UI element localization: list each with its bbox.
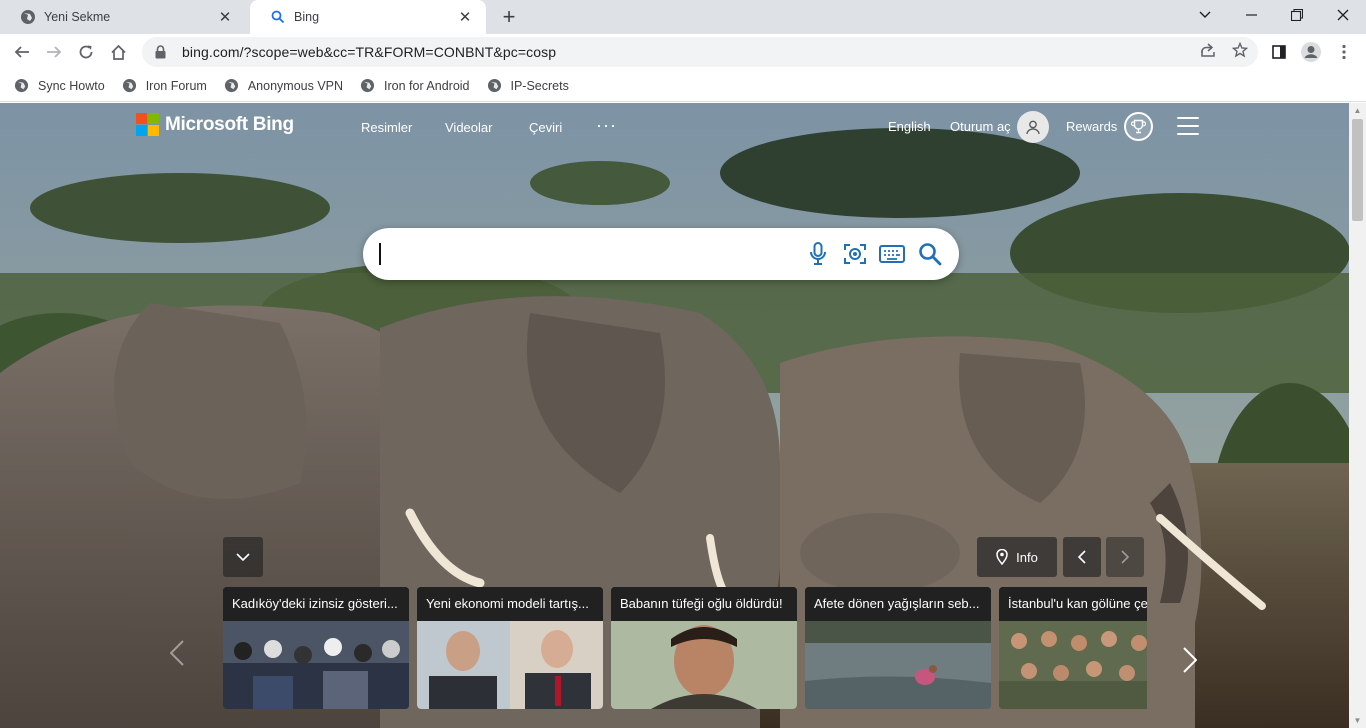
new-tab-button[interactable]: + [498,4,520,29]
news-card[interactable]: Yeni ekonomi modeli tartış... [417,587,603,709]
scroll-up-arrow-icon[interactable]: ▲ [1353,106,1362,115]
news-thumbnail [223,621,409,709]
bookmark-star-icon[interactable] [1228,38,1252,62]
home-icon[interactable] [104,38,132,66]
bookmarks-bar: Sync Howto Iron Forum Anonymous VPN Iron… [0,70,1366,102]
globe-icon [360,78,376,94]
tab-title: Bing [294,10,320,24]
info-button[interactable]: Info [977,537,1057,577]
scroll-down-arrow-icon[interactable]: ▼ [1353,716,1362,725]
bing-homepage: Microsoft Bing Resimler Videolar Çeviri … [0,103,1349,728]
news-title: Kadıköy'deki izinsiz gösteri... [223,587,409,621]
visual-search-icon[interactable] [842,241,868,267]
location-pin-icon [996,549,1008,565]
language-link[interactable]: English [888,119,931,134]
collapse-feed-button[interactable] [223,537,263,577]
tab-close-icon[interactable]: ✕ [216,8,234,26]
rewards-link[interactable]: Rewards [1066,119,1117,134]
bookmark-label: Iron Forum [145,78,207,93]
tab-strip: Yeni Sekme ✕ Bing ✕ + [0,0,1366,34]
news-carousel: Kadıköy'deki izinsiz gösteri... Yeni eko… [223,587,1147,709]
search-icon [270,9,286,25]
bookmark-item[interactable]: Anonymous VPN [224,78,343,94]
forward-arrow-icon[interactable] [40,38,68,66]
back-arrow-icon[interactable] [8,38,36,66]
globe-icon [14,78,30,94]
bing-logo-text: Microsoft Bing [165,113,294,135]
bookmark-label: IP-Secrets [510,78,569,93]
close-icon[interactable] [1320,0,1366,30]
news-thumbnail [999,621,1147,709]
side-panel-icon[interactable] [1265,38,1293,66]
scrollbar-thumb[interactable] [1352,119,1363,221]
page-scrollbar[interactable]: ▲ ▼ [1349,103,1366,728]
nav-link-videolar[interactable]: Videolar [445,120,492,135]
chevron-down-icon[interactable] [1182,0,1228,30]
search-icon[interactable] [917,241,943,267]
news-thumbnail [417,621,603,709]
user-avatar-icon[interactable] [1017,111,1049,143]
bookmark-item[interactable]: Iron for Android [360,78,470,94]
kebab-menu-icon[interactable] [1330,38,1358,66]
carousel-prev-arrow-icon[interactable] [169,636,184,675]
carousel-next-arrow-icon[interactable] [1183,643,1198,682]
bookmark-label: Iron for Android [384,78,470,93]
bookmark-label: Anonymous VPN [247,78,344,93]
globe-icon [487,78,503,94]
tab-bing[interactable]: Bing ✕ [250,0,486,34]
bookmark-label: Sync Howto [38,78,105,93]
info-label: Info [1016,549,1038,565]
bookmark-item[interactable]: IP-Secrets [487,78,569,94]
restore-icon[interactable] [1274,0,1320,30]
lock-icon[interactable] [152,44,168,60]
news-title: Afete dönen yağışların seb... [805,587,991,621]
url-text[interactable]: bing.com/?scope=web&cc=TR&FORM=CONBNT&pc… [182,44,556,60]
address-bar[interactable]: bing.com/?scope=web&cc=TR&FORM=CONBNT&pc… [142,37,1258,67]
reload-icon[interactable] [72,38,100,66]
logo-square-green [148,113,159,124]
news-title: İstanbul'u kan gölüne çe [999,587,1147,621]
globe-icon [224,78,240,94]
sign-in-link[interactable]: Oturum aç [950,119,1011,134]
chevron-left-icon [1078,550,1086,564]
hamburger-menu-icon[interactable] [1177,117,1199,135]
share-icon[interactable] [1196,38,1220,62]
globe-icon [122,78,138,94]
chevron-down-icon [236,552,250,561]
news-card[interactable]: Kadıköy'deki izinsiz gösteri... [223,587,409,709]
news-card[interactable]: Afete dönen yağışların seb... [805,587,991,709]
logo-square-yellow [148,125,159,136]
nav-link-ceviri[interactable]: Çeviri [529,120,562,135]
chevron-right-icon [1121,550,1129,564]
tab-close-icon[interactable]: ✕ [456,8,474,26]
news-card[interactable]: İstanbul'u kan gölüne çe [999,587,1147,709]
news-title: Yeni ekonomi modeli tartış... [417,587,603,621]
nav-link-resimler[interactable]: Resimler [361,120,412,135]
news-thumbnail [805,621,991,709]
microphone-icon[interactable] [805,241,831,267]
text-caret [379,243,381,265]
next-image-button[interactable] [1106,537,1144,577]
news-title: Babanın tüfeği oğlu öldürdü! [611,587,797,621]
nav-more-button[interactable]: ··· [596,115,617,136]
browser-toolbar: bing.com/?scope=web&cc=TR&FORM=CONBNT&pc… [0,34,1366,70]
keyboard-icon[interactable] [879,241,905,267]
bing-logo[interactable]: Microsoft Bing [136,113,294,136]
profile-avatar-icon[interactable] [1297,38,1325,66]
bookmark-item[interactable]: Iron Forum [122,78,207,94]
search-box[interactable] [363,228,959,280]
minimize-icon[interactable] [1228,0,1274,30]
tab-title: Yeni Sekme [44,10,111,24]
news-card[interactable]: Babanın tüfeği oğlu öldürdü! [611,587,797,709]
globe-icon [20,9,36,25]
logo-square-red [136,113,147,124]
logo-square-blue [136,125,147,136]
rewards-trophy-icon[interactable] [1124,112,1153,141]
previous-image-button[interactable] [1063,537,1101,577]
bookmark-item[interactable]: Sync Howto [14,78,105,94]
microsoft-logo-icon [136,113,159,136]
tab-yeni-sekme[interactable]: Yeni Sekme ✕ [0,0,246,34]
news-thumbnail [611,621,797,709]
